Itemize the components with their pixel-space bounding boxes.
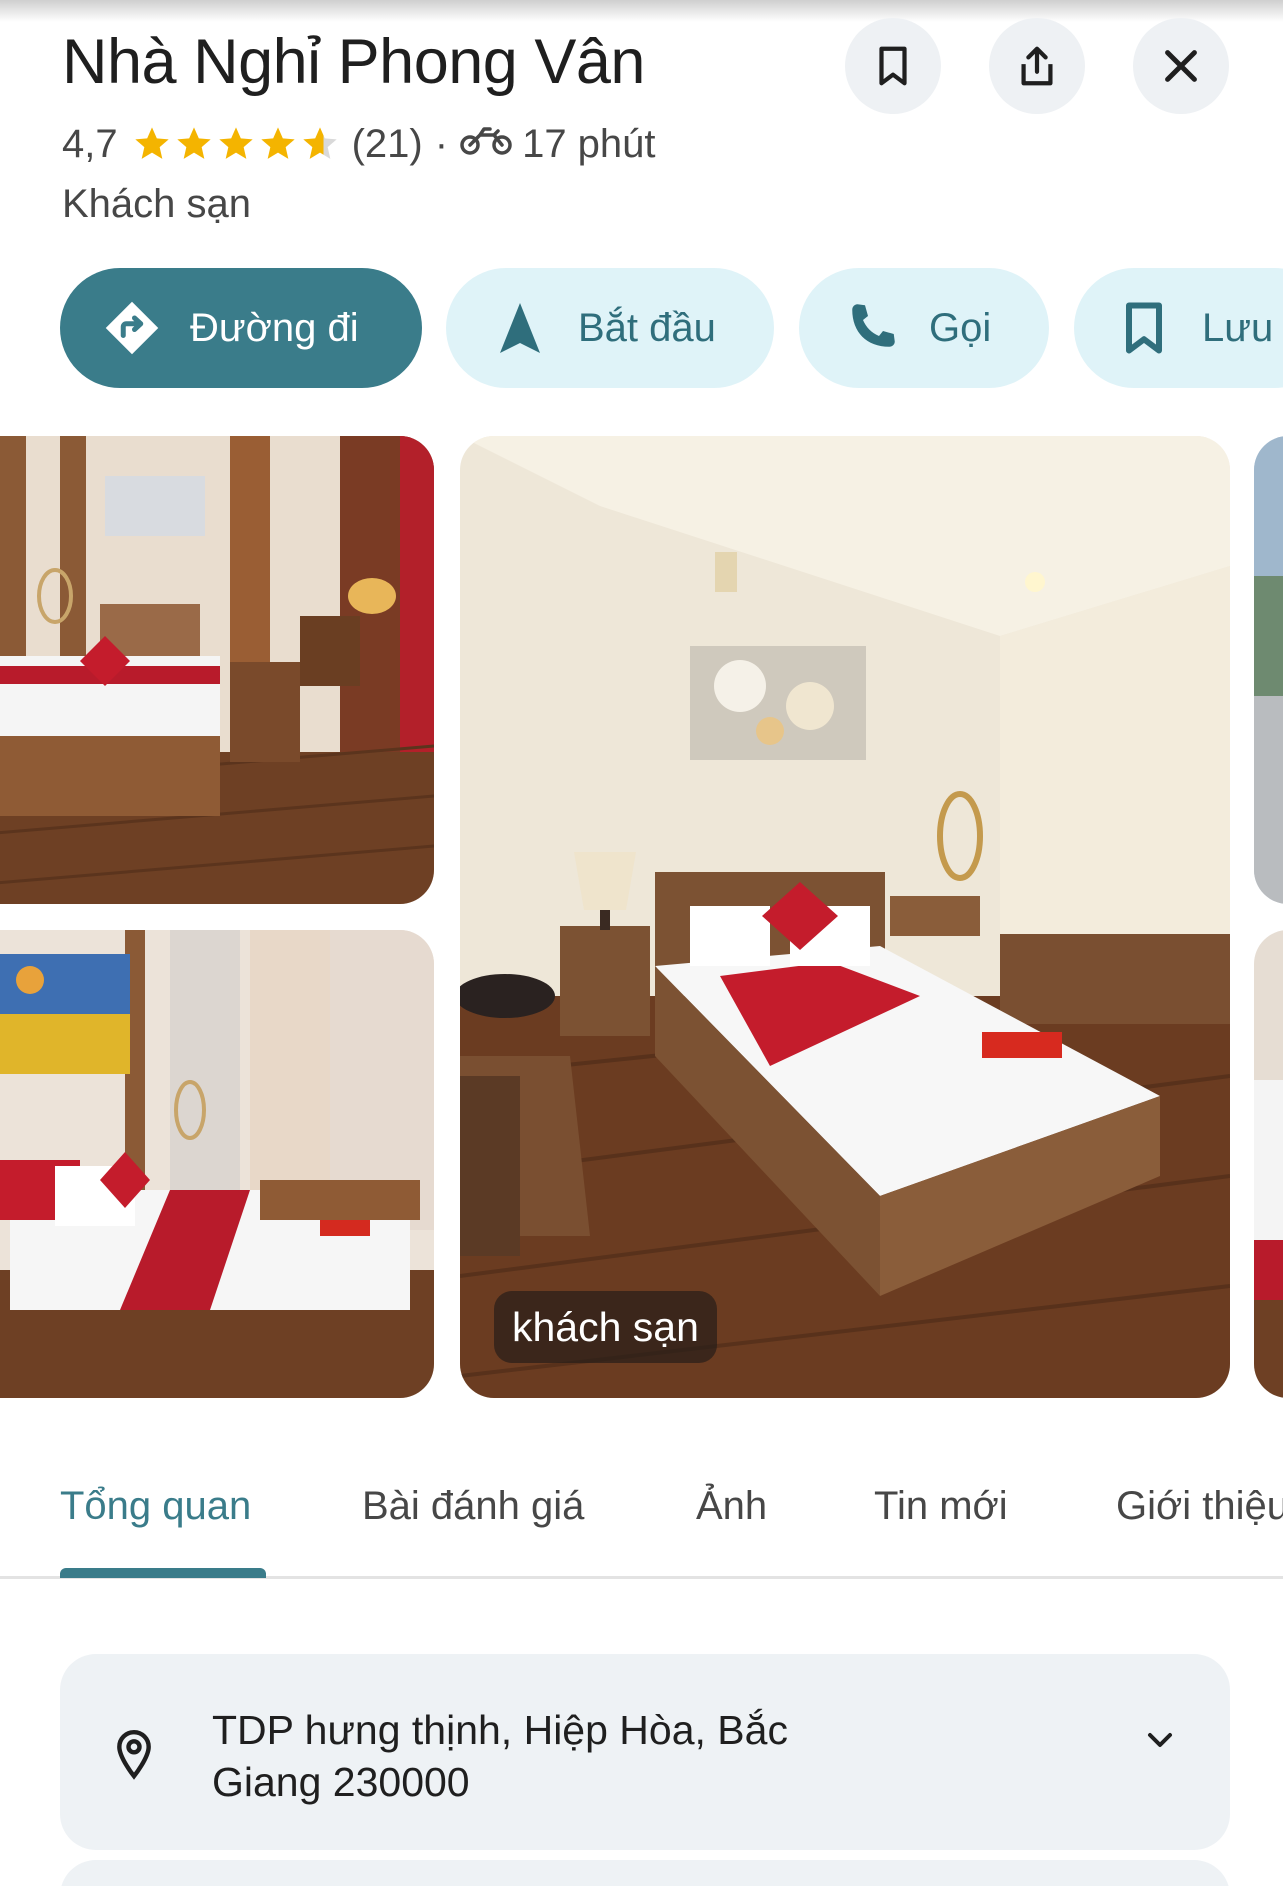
address-line-1: TDP hưng thịnh, Hiệp Hòa, Bắc [212,1707,788,1753]
photo-thumbnail[interactable] [1254,436,1283,904]
hotel-room-photo [0,930,434,1398]
tab-bar: Tổng quan Bài đánh giá Ảnh Tin mới Giới … [0,1470,1283,1580]
directions-icon [105,301,159,355]
share-icon [1021,46,1053,86]
bookmark-icon [879,46,907,86]
address-card[interactable]: TDP hưng thịnh, Hiệp Hòa, Bắc Giang 2300… [60,1654,1230,1850]
photo-caption: khách sạn [494,1291,717,1363]
hotel-room-photo [1254,930,1283,1398]
share-button[interactable] [989,18,1085,114]
address-text: TDP hưng thịnh, Hiệp Hòa, Bắc Giang 2300… [212,1704,1032,1808]
rating-row[interactable]: 4,7 (21) · 17 phút [62,118,656,170]
hotel-room-photo [460,436,1230,1398]
active-tab-indicator [60,1568,266,1578]
separator: · [434,121,449,166]
street-photo [1254,436,1283,904]
review-count: (21) [351,121,423,166]
star-full-icon [260,127,295,159]
address-line-2: Giang 230000 [212,1759,470,1805]
start-navigation-button[interactable]: Bắt đầu [446,268,774,388]
place-category: Khách sạn [62,182,252,226]
start-label: Bắt đầu [578,305,716,350]
star-full-icon [176,127,211,159]
tab-reviews[interactable]: Bài đánh giá [362,1484,584,1529]
rating-value: 4,7 [62,121,118,166]
close-button[interactable] [1133,18,1229,114]
save-header-button[interactable] [845,18,941,114]
close-icon [1165,50,1197,82]
directions-button[interactable]: Đường đi [60,268,422,388]
main-photo[interactable] [460,436,1230,1398]
bookmark-icon [1126,302,1162,354]
tab-about[interactable]: Giới thiệu [1116,1484,1283,1529]
motorbike-icon [460,121,522,167]
place-details-sheet: Nhà Nghỉ Phong Vân 4,7 (21) · 17 phút Kh… [0,0,1283,1886]
place-title: Nhà Nghỉ Phong Vân [62,27,645,97]
photo-thumbnail[interactable] [0,930,434,1398]
star-full-icon [218,127,253,159]
photo-thumbnail[interactable] [0,436,434,904]
tab-photos[interactable]: Ảnh [696,1484,767,1529]
call-button[interactable]: Gọi [799,268,1049,388]
star-rating [132,124,342,164]
location-pin-icon [117,1729,151,1780]
hotel-room-photo [0,436,434,904]
action-buttons-row: Đường đi Bắt đầu Gọi Lưu [0,268,1283,388]
star-full-icon [134,127,169,159]
photo-thumbnail[interactable] [1254,930,1283,1398]
travel-time: 17 phút [522,121,656,166]
tab-overview[interactable]: Tổng quan [60,1484,251,1529]
chevron-down-icon[interactable] [1140,1720,1180,1760]
directions-label: Đường đi [190,305,359,350]
save-label: Lưu [1202,305,1274,350]
tab-updates[interactable]: Tin mới [874,1484,1008,1529]
call-label: Gọi [929,305,992,350]
navigation-arrow-icon [500,303,540,353]
info-card [60,1860,1230,1886]
save-button[interactable]: Lưu [1074,268,1283,388]
phone-icon [852,304,895,347]
star-partial-icon [302,127,337,159]
